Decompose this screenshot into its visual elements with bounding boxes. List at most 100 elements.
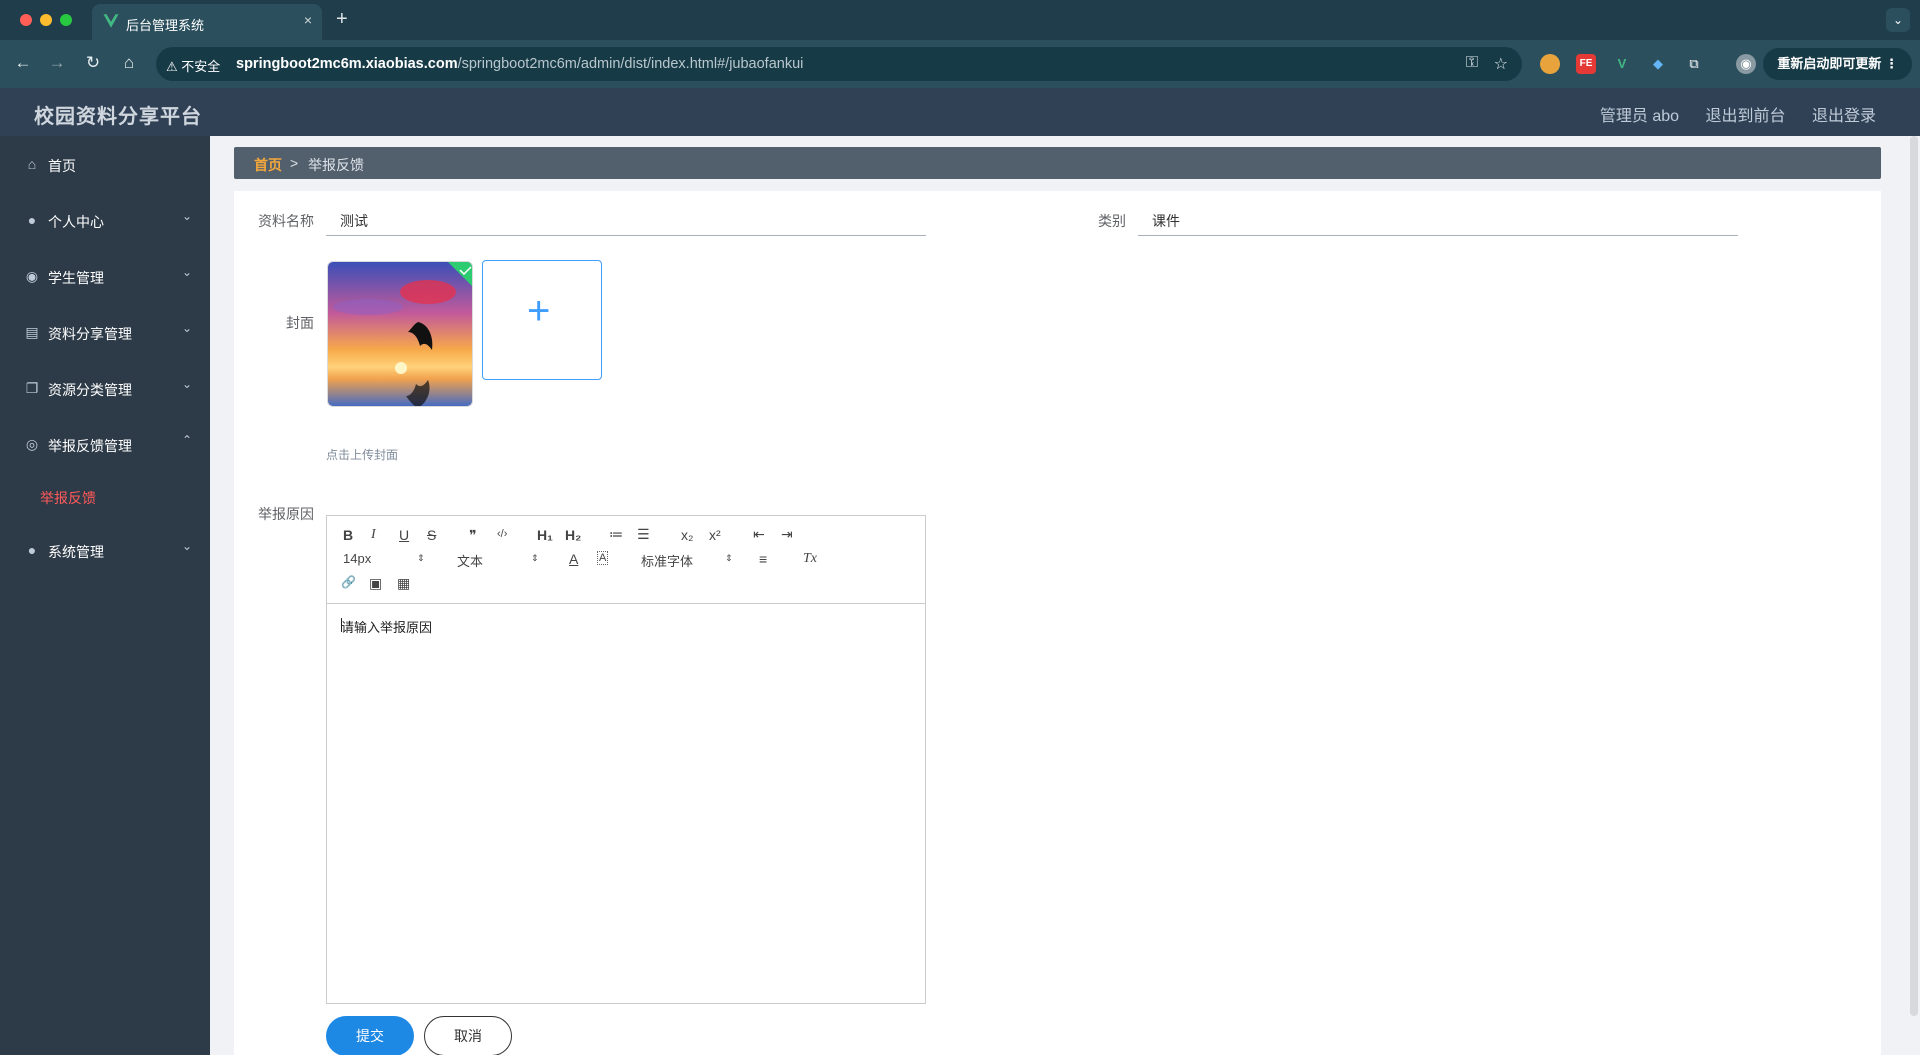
insecure-badge[interactable]: ⚠ 不安全 <box>166 56 220 75</box>
browser-toolbar: ← → ↻ ⌂ ⚠ 不安全 springboot2mc6m.xiaobias.c… <box>0 40 1920 88</box>
app-header: 校园资料分享平台 管理员 abo 退出到前台 退出登录 <box>0 88 1920 136</box>
ordered-list-icon[interactable]: ≔ <box>609 526 623 543</box>
close-window-button[interactable] <box>20 14 32 26</box>
sidebar-item-label: 个人中心 <box>48 214 104 230</box>
help-icon: ◎ <box>25 436 39 452</box>
cover-image[interactable] <box>327 261 473 407</box>
name-field[interactable]: 测试 <box>326 206 926 236</box>
video-icon[interactable]: ▦ <box>397 575 410 592</box>
extension-vue-icon[interactable]: V <box>1612 54 1632 74</box>
sidebar-item-label: 首页 <box>48 158 76 174</box>
minimize-window-button[interactable] <box>40 14 52 26</box>
dolphin-sunset-image <box>328 262 472 406</box>
header-links: 管理员 abo 退出到前台 退出登录 <box>1578 102 1876 126</box>
font-family-value: 标准字体 <box>641 554 694 569</box>
sidebar: ⌂ 首页 ● 个人中心 ⌄ ◉ 学生管理 ⌄ ▤ 资料分享管理 ⌄ ❐ 资源分类… <box>0 136 210 1055</box>
bookmark-star-icon[interactable]: ☆ <box>1494 54 1508 74</box>
upload-cover-button[interactable]: + <box>482 260 602 380</box>
chat-icon: ▤ <box>25 324 39 340</box>
forward-icon[interactable]: → <box>46 53 68 73</box>
italic-icon[interactable]: I <box>371 527 376 543</box>
cancel-button[interactable]: 取消 <box>424 1016 512 1055</box>
back-icon[interactable]: ← <box>12 53 34 73</box>
url-text[interactable]: springboot2mc6m.xiaobias.com/springboot2… <box>236 56 803 72</box>
breadcrumb-current: 举报反馈 <box>308 157 364 173</box>
update-button[interactable]: 重新启动即可更新 ⋮ <box>1763 48 1912 80</box>
cover-label: 封面 <box>286 315 314 331</box>
editor-toolbar: B I U S ❞ ‹/› H₁ H₂ ≔ ☰ x₂ x² ⇤ ⇥ 14px ⇕… <box>327 516 925 604</box>
breadcrumb-separator: > <box>290 155 299 171</box>
address-bar[interactable]: ⚠ 不安全 springboot2mc6m.xiaobias.com/sprin… <box>156 47 1522 81</box>
breadcrumb-home[interactable]: 首页 <box>254 155 282 175</box>
category-field[interactable]: 课件 <box>1138 206 1738 236</box>
sidebar-item-personal-center[interactable]: ● 个人中心 ⌄ <box>0 192 210 248</box>
sidebar-item-home[interactable]: ⌂ 首页 <box>0 136 210 192</box>
header-value: 文本 <box>457 554 484 569</box>
rich-text-editor[interactable]: B I U S ❞ ‹/› H₁ H₂ ≔ ☰ x₂ x² ⇤ ⇥ 14px ⇕… <box>326 515 926 1004</box>
pin-icon: ◉ <box>25 268 39 284</box>
background-color-icon[interactable]: A <box>597 551 609 565</box>
extension-avatar-icon[interactable] <box>1540 54 1560 74</box>
sidebar-item-share[interactable]: ▤ 资料分享管理 ⌄ <box>0 304 210 360</box>
sidebar-item-report[interactable]: ◎ 举报反馈管理 ⌃ <box>0 416 210 472</box>
bold-icon[interactable]: B <box>343 527 353 543</box>
extensions-puzzle-icon[interactable]: ⧉ <box>1684 54 1704 74</box>
strikethrough-icon[interactable]: S <box>427 527 436 543</box>
sidebar-item-category[interactable]: ❐ 资源分类管理 ⌄ <box>0 360 210 416</box>
underline-icon[interactable]: U <box>399 527 409 543</box>
page-scrollbar[interactable] <box>1910 136 1918 1016</box>
logout-link[interactable]: 退出登录 <box>1812 108 1876 125</box>
new-tab-icon[interactable]: + <box>336 8 348 31</box>
align-icon[interactable]: ≡ <box>759 551 767 567</box>
editor-placeholder[interactable]: 请输入举报原因 <box>341 617 432 636</box>
select-caret-icon: ⇕ <box>531 553 539 563</box>
sidebar-item-system[interactable]: ● 系统管理 ⌄ <box>0 522 210 578</box>
header1-icon[interactable]: H₁ <box>537 527 553 543</box>
header-select[interactable]: 文本 ⇕ <box>457 551 541 570</box>
exit-to-front-link[interactable]: 退出到前台 <box>1706 108 1786 125</box>
link-icon[interactable]: 🔗 <box>341 575 356 589</box>
name-label: 资料名称 <box>258 213 314 229</box>
bullet-list-icon[interactable]: ☰ <box>637 526 650 543</box>
indent-icon[interactable]: ⇥ <box>781 526 793 543</box>
category-value: 课件 <box>1152 213 1180 229</box>
sidebar-subitem-label: 举报反馈 <box>40 490 96 506</box>
font-size-select[interactable]: 14px ⇕ <box>343 551 427 566</box>
sidebar-item-label: 资料分享管理 <box>48 326 132 342</box>
tab-title: 后台管理系统 <box>126 18 205 33</box>
blockquote-icon[interactable]: ❞ <box>469 527 477 544</box>
submit-button[interactable]: 提交 <box>326 1016 414 1055</box>
superscript-icon[interactable]: x² <box>709 527 721 543</box>
reload-icon[interactable]: ↻ <box>82 53 104 73</box>
maximize-window-button[interactable] <box>60 14 72 26</box>
subscript-icon[interactable]: x₂ <box>681 527 693 543</box>
reason-label: 举报原因 <box>258 506 314 522</box>
breadcrumb: 首页 > 举报反馈 <box>234 147 1881 179</box>
extension-fe-icon[interactable]: FE <box>1576 54 1596 74</box>
sidebar-subitem-report-feedback[interactable]: 举报反馈 <box>0 472 210 522</box>
tab-search-icon[interactable]: ⌄ <box>1886 8 1910 32</box>
code-block-icon[interactable]: ‹/› <box>497 528 507 540</box>
font-family-select[interactable]: 标准字体 ⇕ <box>641 551 735 570</box>
outdent-icon[interactable]: ⇤ <box>753 526 765 543</box>
header2-icon[interactable]: H₂ <box>565 527 581 543</box>
browser-tab[interactable]: 后台管理系统 × <box>92 4 322 40</box>
extension-gem-icon[interactable]: ◆ <box>1648 54 1668 74</box>
home-icon[interactable]: ⌂ <box>118 53 140 73</box>
profile-avatar-icon[interactable]: ◉ <box>1736 54 1756 74</box>
tab-close-icon[interactable]: × <box>304 12 312 28</box>
chevron-down-icon: ⌄ <box>181 209 192 223</box>
name-value: 测试 <box>340 213 368 229</box>
sidebar-item-label: 学生管理 <box>48 270 104 286</box>
password-key-icon[interactable]: ⚿ <box>1466 54 1478 72</box>
image-icon[interactable]: ▣ <box>369 575 382 592</box>
clear-format-icon[interactable]: Tx <box>803 551 817 567</box>
copy-icon: ❐ <box>25 380 39 396</box>
url-path: /springboot2mc6m/admin/dist/index.html#/… <box>457 56 804 72</box>
sidebar-item-students[interactable]: ◉ 学生管理 ⌄ <box>0 248 210 304</box>
text-color-icon[interactable]: A <box>569 551 578 567</box>
chevron-down-icon: ⌄ <box>181 539 192 553</box>
browser-tab-bar: 后台管理系统 × + ⌄ <box>0 0 1920 40</box>
select-caret-icon: ⇕ <box>417 553 425 563</box>
update-label: 重新启动即可更新 <box>1777 56 1882 71</box>
